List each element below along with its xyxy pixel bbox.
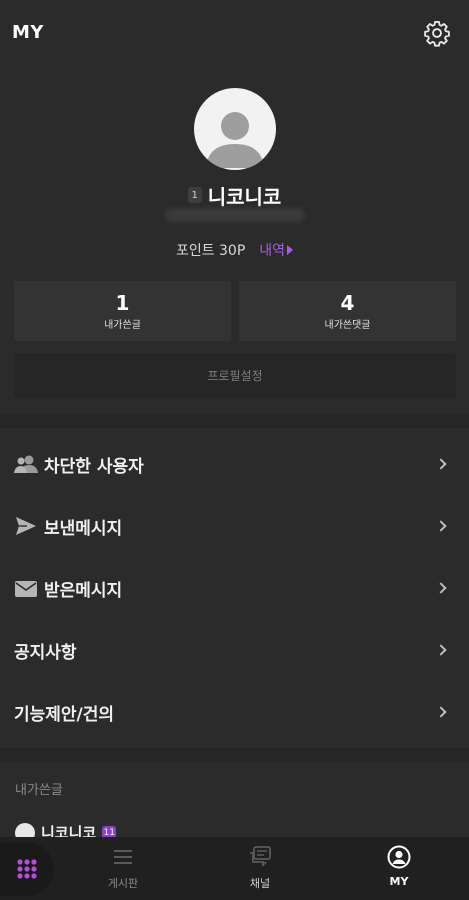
default-user-avatar-icon — [206, 112, 264, 168]
tab-my[interactable]: MY — [364, 845, 434, 895]
my-posts-label: 내가쓴글 — [104, 319, 141, 331]
section-divider — [0, 414, 469, 428]
my-posts-section-title: 내가쓴글 — [15, 783, 63, 798]
apps-menu-button[interactable] — [0, 842, 54, 896]
grid-icon — [17, 859, 37, 879]
chat-icon — [250, 846, 271, 868]
menu-item-notices[interactable]: 공지사항 — [0, 619, 469, 681]
section-divider — [0, 748, 469, 762]
mail-icon — [13, 579, 39, 599]
app-header: MY — [0, 0, 469, 64]
tab-label: MY — [389, 875, 409, 888]
tab-label: 게시판 — [107, 877, 139, 890]
chevron-right-icon — [435, 706, 447, 718]
level-badge: 1 — [187, 187, 202, 203]
my-posts-stat[interactable]: 1 내가쓴글 — [14, 281, 231, 341]
nickname-row: 1 니코니코 — [0, 181, 469, 209]
my-posts-count: 1 — [115, 290, 130, 315]
chevron-right-icon — [435, 644, 447, 656]
tab-board[interactable]: 게시판 — [88, 845, 158, 895]
my-comments-label: 내가쓴댓글 — [324, 319, 371, 331]
menu-label: 보낸메시지 — [44, 519, 123, 539]
profile-settings-button[interactable]: 프로필설정 — [14, 353, 456, 398]
menu-label: 공지사항 — [14, 643, 77, 663]
gear-icon[interactable] — [423, 19, 451, 47]
send-icon — [13, 516, 39, 536]
menu-item-received-messages[interactable]: 받은메시지 — [0, 557, 469, 619]
points-history-link[interactable]: 내역 — [259, 240, 294, 260]
play-arrow-icon — [287, 245, 294, 255]
nickname: 니코니코 — [207, 184, 282, 209]
tab-channel[interactable]: 채널 — [225, 845, 295, 895]
points-history-label: 내역 — [259, 243, 286, 259]
my-comments-stat[interactable]: 4 내가쓴댓글 — [239, 281, 456, 341]
profile-avatar[interactable] — [194, 88, 276, 170]
my-comments-count: 4 — [340, 290, 355, 315]
list-icon — [114, 850, 132, 864]
blurred-account-id — [165, 208, 305, 222]
chevron-right-icon — [435, 582, 447, 594]
page-title: MY — [12, 22, 44, 43]
menu-label: 받은메시지 — [44, 581, 123, 601]
chevron-right-icon — [435, 520, 447, 532]
menu-item-blocked-users[interactable]: 차단한 사용자 — [0, 433, 469, 495]
points-text: 포인트 30P — [175, 243, 246, 259]
chevron-right-icon — [435, 458, 447, 470]
menu-item-feature-suggestions[interactable]: 기능제안/건의 — [0, 681, 469, 743]
user-icon — [387, 845, 411, 869]
menu-label: 차단한 사용자 — [44, 457, 144, 477]
menu-item-sent-messages[interactable]: 보낸메시지 — [0, 495, 469, 557]
tab-label: 채널 — [249, 877, 271, 890]
menu-label: 기능제안/건의 — [14, 705, 115, 725]
points-row: 포인트 30P 내역 — [0, 239, 469, 261]
blocked-users-icon — [13, 454, 39, 474]
